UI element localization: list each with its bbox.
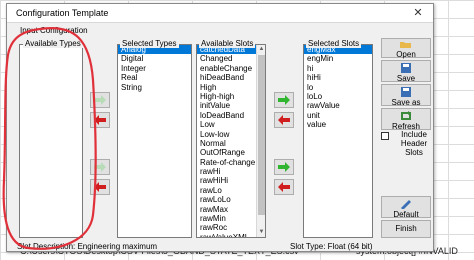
available-types-list[interactable]: [19, 44, 83, 238]
selected-slot-item[interactable]: hiHi: [304, 73, 372, 82]
selected-slot-item[interactable]: engMin: [304, 54, 372, 63]
add-slot-button[interactable]: [274, 92, 294, 108]
double-arrow-left-icon: [94, 182, 106, 192]
selected-slot-item[interactable]: rawValue: [304, 101, 372, 110]
available-slot-item[interactable]: rawLoLo: [197, 195, 265, 204]
available-slot-item[interactable]: rawMin: [197, 214, 265, 223]
available-slot-item[interactable]: rawHiHi: [197, 176, 265, 185]
available-slot-item[interactable]: rawLo: [197, 186, 265, 195]
selected-types-label: Selected Types: [120, 39, 179, 48]
arrow-left-icon: [278, 115, 290, 125]
double-arrow-left-icon: [278, 182, 290, 192]
available-slot-item[interactable]: rawHi: [197, 167, 265, 176]
available-slots-label: Available Slots: [199, 39, 256, 48]
slot-type: Slot Type: Float (64 bit): [290, 242, 373, 251]
available-slot-item[interactable]: OutOfRange: [197, 148, 265, 157]
remove-all-types-button[interactable]: [90, 179, 110, 195]
default-button[interactable]: Default: [381, 196, 431, 219]
save-as-button-label: Save as: [391, 98, 421, 107]
selected-slot-item[interactable]: loLo: [304, 92, 372, 101]
arrow-right-icon: [278, 95, 290, 105]
available-slot-item[interactable]: Rate-of-change: [197, 158, 265, 167]
available-slot-item[interactable]: Changed: [197, 54, 265, 63]
available-slots-scrollbar[interactable]: ▲ ▼: [256, 45, 265, 237]
add-all-slots-button[interactable]: [274, 159, 294, 175]
available-slot-item[interactable]: Normal: [197, 139, 265, 148]
available-slot-item[interactable]: enableChange: [197, 64, 265, 73]
selected-slot-item[interactable]: unit: [304, 111, 372, 120]
selected-slot-item[interactable]: hi: [304, 64, 372, 73]
default-button-label: Default: [393, 210, 419, 219]
remove-type-button[interactable]: [90, 112, 110, 128]
selected-type-item[interactable]: Integer: [118, 64, 191, 73]
selected-slots-label: Selected Slots: [306, 39, 362, 48]
double-arrow-right-icon: [278, 162, 290, 172]
include-header-slots-checkbox[interactable]: [381, 132, 389, 140]
folder-open-icon: [400, 42, 411, 48]
selected-type-item[interactable]: Real: [118, 73, 191, 82]
finish-button[interactable]: Finish: [381, 220, 431, 238]
available-slot-item[interactable]: loDeadBand: [197, 111, 265, 120]
selected-slot-item[interactable]: value: [304, 120, 372, 129]
remove-slot-button[interactable]: [274, 112, 294, 128]
close-button[interactable]: ✕: [406, 6, 430, 21]
slot-description: Slot Description: Engineering maximum: [17, 242, 158, 251]
selected-slot-item[interactable]: lo: [304, 83, 372, 92]
finish-button-label: Finish: [395, 224, 417, 233]
available-slot-item[interactable]: rawMax: [197, 205, 265, 214]
selected-types-list[interactable]: Analog Digital Integer Real String: [117, 44, 192, 238]
selected-type-item[interactable]: Digital: [118, 54, 191, 63]
floppy-disk-icon: [401, 87, 411, 97]
window-title: Configuration Template: [16, 8, 109, 18]
configuration-template-dialog: Configuration Template ✕ Input Configura…: [6, 3, 434, 252]
available-slot-item[interactable]: rawValueXML: [197, 233, 265, 237]
available-slot-item[interactable]: initValue: [197, 101, 265, 110]
remove-all-slots-button[interactable]: [274, 179, 294, 195]
available-slot-item[interactable]: Low: [197, 120, 265, 129]
arrow-right-icon: [94, 95, 106, 105]
available-slot-item[interactable]: High: [197, 83, 265, 92]
available-slot-item[interactable]: High-high: [197, 92, 265, 101]
double-arrow-right-icon: [94, 162, 106, 172]
add-all-types-button[interactable]: [90, 159, 110, 175]
available-slot-item[interactable]: hiDeadBand: [197, 73, 265, 82]
title-bar: Configuration Template ✕: [7, 4, 433, 23]
refresh-icon: [401, 111, 411, 120]
floppy-disk-icon: [401, 63, 411, 73]
arrow-left-icon: [94, 115, 106, 125]
open-button[interactable]: Open: [381, 38, 431, 59]
include-header-slots-label: Include Header Slots: [400, 130, 428, 157]
add-type-button[interactable]: [90, 92, 110, 108]
refresh-button[interactable]: Refresh: [381, 108, 431, 131]
open-button-label: Open: [396, 50, 416, 59]
selected-slots-list[interactable]: engMax engMin hi hiHi lo loLo rawValue unit valu…: [303, 44, 373, 238]
save-button-label: Save: [396, 74, 416, 83]
tab-input-configuration[interactable]: Input Configuration: [20, 26, 88, 35]
save-button[interactable]: Save: [381, 60, 431, 83]
save-as-button[interactable]: Save as: [381, 84, 431, 107]
available-slot-item[interactable]: rawRoc: [197, 223, 265, 232]
scroll-thumb[interactable]: [258, 55, 265, 215]
scroll-up-icon[interactable]: ▲: [257, 45, 265, 54]
available-types-label: Available Types: [23, 39, 83, 48]
selected-type-item[interactable]: String: [118, 83, 191, 92]
scroll-down-icon[interactable]: ▼: [257, 228, 265, 237]
available-slot-item[interactable]: Low-low: [197, 130, 265, 139]
default-icon: [401, 200, 411, 209]
available-slots-list[interactable]: catchedData Changed enableChange hiDeadBand…: [196, 44, 266, 238]
